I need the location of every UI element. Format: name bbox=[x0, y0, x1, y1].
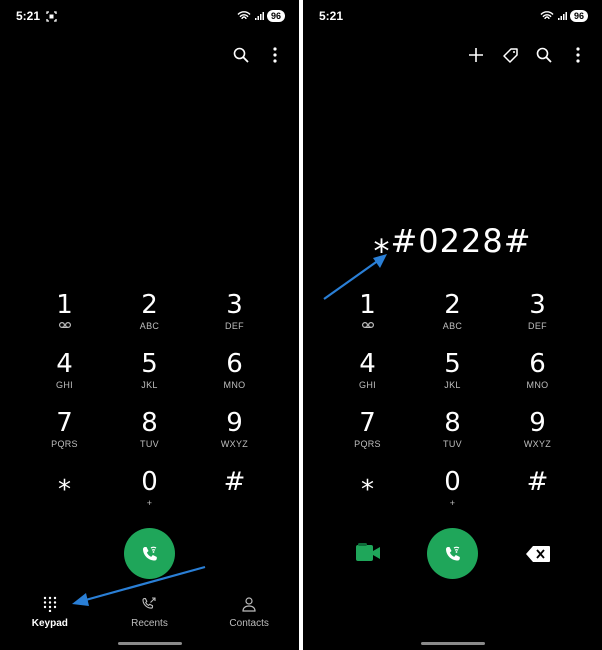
key-5[interactable]: 5 JKL bbox=[410, 349, 495, 408]
key-1[interactable]: 1 bbox=[22, 290, 107, 349]
search-icon[interactable] bbox=[231, 45, 251, 65]
voicemail-icon bbox=[361, 321, 374, 333]
search-icon[interactable] bbox=[534, 45, 554, 65]
nav-keypad[interactable]: Keypad bbox=[5, 596, 95, 632]
key-7[interactable]: 7 PQRS bbox=[22, 408, 107, 467]
key-hash[interactable]: # bbox=[192, 467, 277, 526]
key-6[interactable]: 6 MNO bbox=[495, 349, 580, 408]
status-bar: 5:21 96 bbox=[16, 8, 285, 24]
video-camera-icon bbox=[356, 543, 380, 561]
home-indicator bbox=[421, 642, 485, 645]
battery-badge: 96 bbox=[569, 10, 588, 22]
home-indicator bbox=[118, 642, 182, 645]
key-hash[interactable]: # bbox=[495, 467, 580, 526]
key-3[interactable]: 3 DEF bbox=[192, 290, 277, 349]
signal-icon bbox=[557, 12, 567, 20]
toolbar bbox=[231, 44, 285, 66]
key-2[interactable]: 2 ABC bbox=[107, 290, 192, 349]
key-6[interactable]: 6 MNO bbox=[192, 349, 277, 408]
recents-icon bbox=[142, 597, 157, 609]
dial-keypad: 1 2 ABC 3 DEF 4 GHI 5 JKL 6 MNO 7 PQRS 8 TUV 9W… bbox=[325, 290, 580, 526]
status-bar: 5:21 96 bbox=[319, 8, 588, 24]
status-time: 5:21 bbox=[319, 9, 344, 23]
wifi-call-icon bbox=[237, 11, 251, 20]
key-2[interactable]: 2 ABC bbox=[410, 290, 495, 349]
key-star[interactable]: ⁎ bbox=[325, 467, 410, 526]
key-8[interactable]: 8 TUV bbox=[107, 408, 192, 467]
battery-badge: 96 bbox=[266, 10, 285, 22]
nav-contacts[interactable]: Contacts bbox=[204, 596, 294, 632]
wifi-call-phone-icon bbox=[445, 546, 460, 560]
key-3[interactable]: 3 DEF bbox=[495, 290, 580, 349]
key-0[interactable]: 0 + bbox=[107, 467, 192, 526]
add-contact-icon[interactable] bbox=[466, 45, 486, 65]
call-button[interactable] bbox=[427, 528, 478, 579]
call-button[interactable] bbox=[124, 528, 175, 579]
screenshot-icon bbox=[46, 10, 57, 22]
phone-screen-dialed: 5:21 96 ⁎#0228# 1 2 ABC 3 DEF 4 GHI 5 JK… bbox=[303, 0, 602, 650]
backspace-icon bbox=[526, 546, 550, 562]
key-9[interactable]: 9 WXYZ bbox=[495, 408, 580, 467]
more-options-icon[interactable] bbox=[568, 45, 588, 65]
contacts-icon bbox=[242, 597, 256, 612]
status-time: 5:21 bbox=[16, 9, 41, 23]
keypad-icon bbox=[43, 596, 57, 612]
voicemail-icon bbox=[58, 321, 71, 333]
video-call-button[interactable] bbox=[355, 542, 381, 564]
backspace-button[interactable] bbox=[525, 545, 551, 563]
key-8[interactable]: 8 TUV bbox=[410, 408, 495, 467]
key-7[interactable]: 7 PQRS bbox=[325, 408, 410, 467]
toolbar bbox=[466, 44, 588, 66]
key-0[interactable]: 0 + bbox=[410, 467, 495, 526]
wifi-call-icon bbox=[540, 11, 554, 20]
phone-screen-keypad: 5:21 96 1 2ABC 3DEF 4GHI 5JKL 6MNO bbox=[0, 0, 299, 650]
tag-icon[interactable] bbox=[500, 45, 520, 65]
wifi-call-phone-icon bbox=[142, 546, 157, 560]
key-5[interactable]: 5 JKL bbox=[107, 349, 192, 408]
dial-keypad: 1 2 ABC 3 DEF 4 GHI 5 JKL 6 MNO 7 PQRS 8 TUV 9W… bbox=[22, 290, 277, 526]
key-4[interactable]: 4 GHI bbox=[22, 349, 107, 408]
more-options-icon[interactable] bbox=[265, 45, 285, 65]
key-9[interactable]: 9 WXYZ bbox=[192, 408, 277, 467]
key-4[interactable]: 4 GHI bbox=[325, 349, 410, 408]
dialed-number[interactable]: ⁎#0228# bbox=[303, 222, 602, 260]
bottom-navigation: Keypad Recents Contacts bbox=[0, 596, 299, 632]
key-1[interactable]: 1 bbox=[325, 290, 410, 349]
signal-icon bbox=[254, 12, 264, 20]
key-star[interactable]: ⁎ bbox=[22, 467, 107, 526]
nav-recents[interactable]: Recents bbox=[104, 596, 194, 632]
